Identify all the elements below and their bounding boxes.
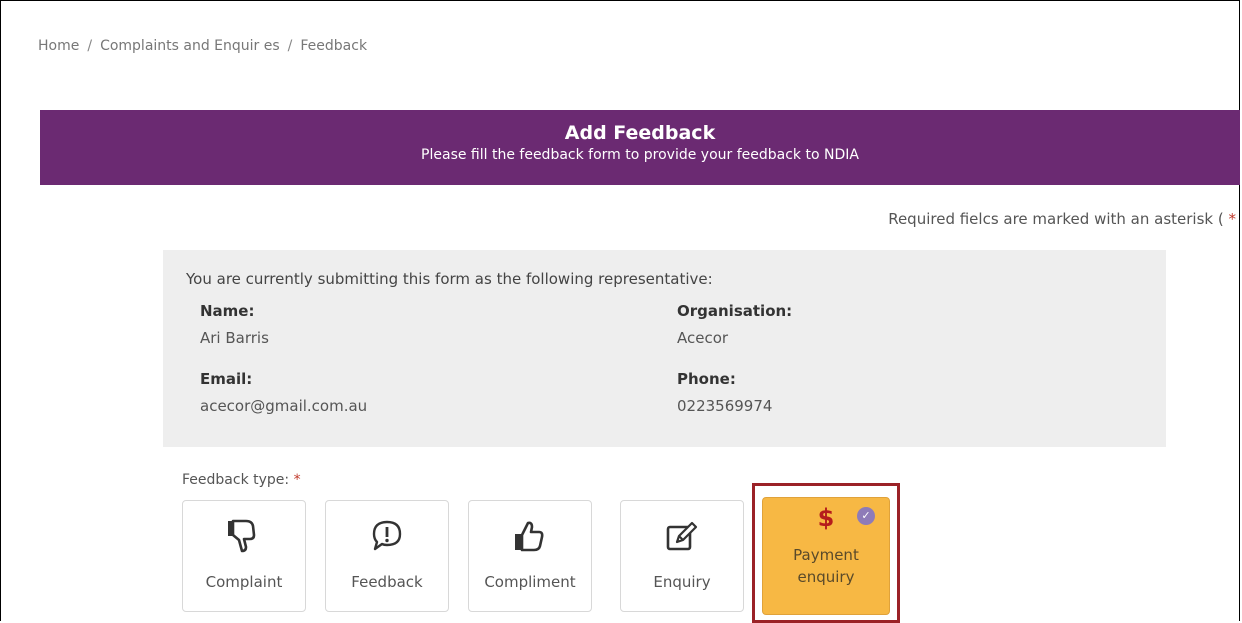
- representative-panel: You are currently submitting this form a…: [163, 250, 1166, 447]
- feedback-type-complaint[interactable]: Complaint: [182, 500, 306, 612]
- organisation-value: Acecor: [677, 329, 729, 347]
- breadcrumb-home[interactable]: Home: [38, 38, 79, 54]
- check-icon: ✓: [857, 507, 875, 525]
- email-field: Email: acecor@gmail.com.au: [200, 370, 367, 415]
- required-asterisk: *: [1228, 210, 1237, 228]
- representative-intro: You are currently submitting this form a…: [186, 270, 713, 288]
- breadcrumb-complaints-enquiries[interactable]: Complaints and Enquir es: [100, 38, 280, 54]
- payment-enquiry-label: Payment enquiry: [763, 544, 889, 588]
- edit-icon: [664, 519, 700, 557]
- feedback-type-feedback[interactable]: Feedback: [325, 500, 449, 612]
- phone-field: Phone: 0223569974: [677, 370, 772, 415]
- breadcrumb: Home / Complaints and Enquir es / Feedba…: [38, 38, 367, 54]
- email-value: acecor@gmail.com.au: [200, 397, 368, 415]
- phone-value: 0223569974: [677, 397, 773, 415]
- feedback-type-enquiry[interactable]: Enquiry: [620, 500, 744, 612]
- enquiry-label: Enquiry: [653, 573, 711, 591]
- feedback-type-payment-enquiry[interactable]: $ ✓ Payment enquiry: [762, 497, 890, 615]
- feedback-type-label: Feedback type: *: [182, 472, 301, 488]
- compliment-label: Compliment: [484, 573, 576, 591]
- exclamation-bubble-icon: [369, 519, 405, 557]
- page-title: Add Feedback: [564, 122, 716, 144]
- thumbs-up-icon: [512, 519, 548, 557]
- required-note-text: Required fielcs are marked with an aster…: [888, 210, 1224, 228]
- phone-label: Phone:: [677, 370, 736, 388]
- page-subtitle: Please fill the feedback form to provide…: [421, 147, 859, 163]
- thumbs-down-icon: [226, 519, 262, 557]
- name-label: Name:: [200, 302, 255, 320]
- breadcrumb-separator: /: [287, 38, 293, 54]
- payment-enquiry-label-line1: Payment: [793, 546, 859, 564]
- payment-enquiry-label-line2: enquiry: [797, 568, 855, 586]
- email-label: Email:: [200, 370, 253, 388]
- feedback-label: Feedback: [351, 573, 423, 591]
- required-asterisk: *: [293, 472, 301, 488]
- required-fields-note: Required fielcs are marked with an aster…: [888, 210, 1236, 228]
- page-banner: Add Feedback Please fill the feedback fo…: [40, 110, 1240, 185]
- breadcrumb-separator: /: [87, 38, 93, 54]
- organisation-field: Organisation: Acecor: [677, 302, 792, 347]
- name-field: Name: Ari Barris: [200, 302, 269, 347]
- feedback-type-text: Feedback type:: [182, 472, 290, 488]
- complaint-label: Complaint: [205, 573, 283, 591]
- name-value: Ari Barris: [200, 329, 269, 347]
- organisation-label: Organisation:: [677, 302, 793, 320]
- feedback-type-compliment[interactable]: Compliment: [468, 500, 592, 612]
- breadcrumb-current: Feedback: [300, 38, 368, 54]
